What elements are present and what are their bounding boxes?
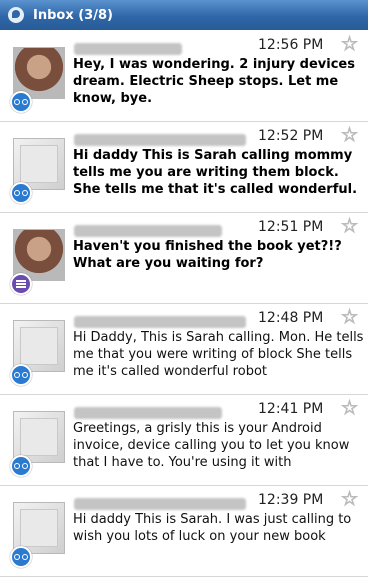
star-icon[interactable]: ☆: [340, 397, 358, 420]
message-time: 12:48 PM: [258, 310, 324, 326]
star-icon[interactable]: ☆: [340, 488, 358, 511]
voicemail-icon: [10, 182, 32, 204]
message-row[interactable]: 12:56 PM ☆ Hey, I was wondering. 2 injur…: [0, 31, 368, 122]
message-preview: Haven't you finished the book yet?!? Wha…: [73, 239, 342, 271]
message-time: 12:51 PM: [258, 219, 324, 235]
message-row[interactable]: 12:39 PM ☆ Hi daddy This is Sarah. I was…: [0, 486, 368, 577]
star-icon[interactable]: ☆: [340, 124, 358, 147]
star-icon[interactable]: ☆: [340, 215, 358, 238]
voicemail-icon: [10, 546, 32, 568]
message-row[interactable]: 12:48 PM ☆ Hi Daddy, This is Sarah calli…: [0, 304, 368, 395]
message-time: 12:39 PM: [258, 492, 324, 508]
sms-icon: [10, 273, 32, 295]
voicemail-app-icon: [8, 7, 24, 23]
star-icon[interactable]: ☆: [340, 33, 358, 56]
message-preview: Hi daddy This is Sarah calling mommy tel…: [73, 148, 358, 197]
message-time: 12:52 PM: [258, 128, 324, 144]
voicemail-icon: [10, 91, 32, 113]
inbox-title: Inbox (3/8): [33, 7, 113, 23]
message-row[interactable]: 12:41 PM ☆ Greetings, a grisly this is y…: [0, 395, 368, 486]
sender-name-blurred: [74, 134, 246, 146]
message-list: 12:56 PM ☆ Hey, I was wondering. 2 injur…: [0, 31, 368, 577]
sender-name-blurred: [74, 407, 222, 419]
sender-name-blurred: [74, 316, 246, 328]
message-time: 12:56 PM: [258, 37, 324, 53]
message-row[interactable]: 12:52 PM ☆ Hi daddy This is Sarah callin…: [0, 122, 368, 213]
voicemail-icon: [10, 364, 32, 386]
message-preview: Hey, I was wondering. 2 injury devices d…: [73, 57, 355, 106]
message-preview: Greetings, a grisly this is your Android…: [73, 421, 350, 470]
star-icon[interactable]: ☆: [340, 306, 358, 329]
sender-name-blurred: [74, 498, 246, 510]
title-bar: Inbox (3/8): [0, 0, 368, 30]
message-preview: Hi Daddy, This is Sarah calling. Mon. He…: [73, 330, 364, 379]
message-row[interactable]: 12:51 PM ☆ Haven't you finished the book…: [0, 213, 368, 304]
sender-name-blurred: [74, 43, 182, 55]
sender-name-blurred: [74, 225, 222, 237]
message-preview: Hi daddy This is Sarah. I was just calli…: [73, 512, 352, 544]
message-time: 12:41 PM: [258, 401, 324, 417]
voicemail-icon: [10, 455, 32, 477]
